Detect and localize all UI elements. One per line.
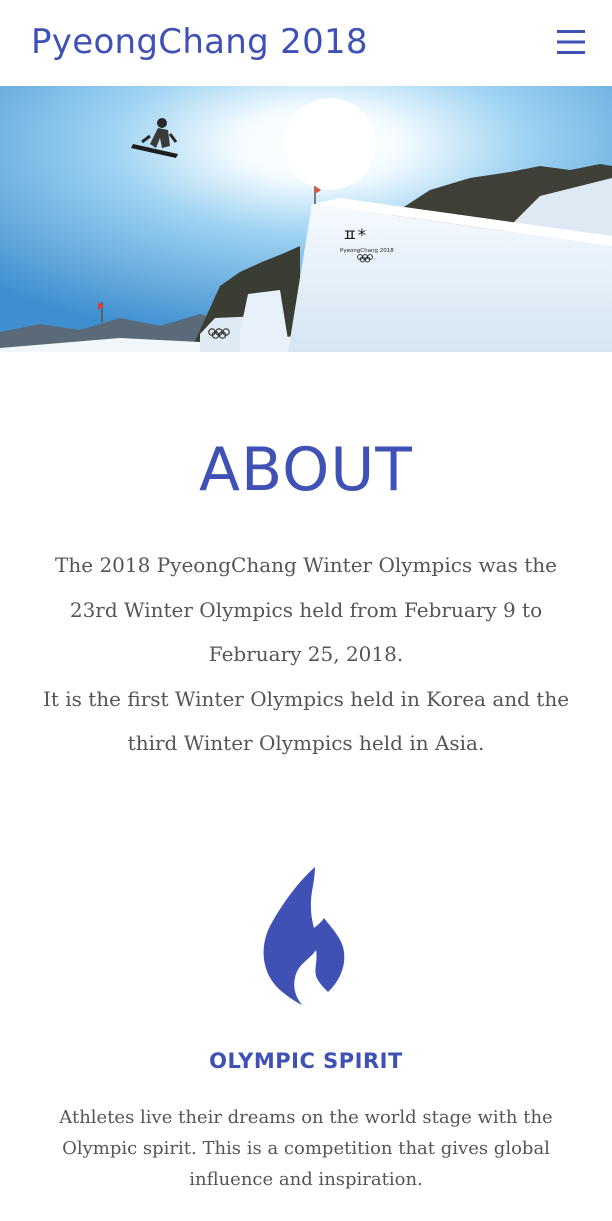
hamburger-menu-icon[interactable] — [551, 26, 591, 58]
site-header: PyeongChang 2018 — [0, 0, 612, 86]
about-heading: ABOUT — [199, 435, 413, 505]
olympic-spirit-description: Athletes live their dreams on the world … — [59, 1107, 553, 1190]
brand-title[interactable]: PyeongChang 2018 — [31, 18, 368, 66]
hero-image: ㅍ* PyeongChang 2018 — [0, 86, 612, 352]
flame-icon — [258, 864, 348, 1008]
about-paragraph: The 2018 PyeongChang Winter Olympics was… — [55, 553, 557, 666]
about-paragraph: It is the first Winter Olympics held in … — [42, 686, 570, 756]
svg-text:PyeongChang 2018: PyeongChang 2018 — [340, 248, 394, 254]
about-description: The 2018 PyeongChang Winter Olympics was… — [30, 543, 582, 766]
svg-text:ㅍ*: ㅍ* — [342, 226, 366, 246]
olympic-spirit-heading: OLYMPIC SPIRIT — [209, 1049, 403, 1073]
